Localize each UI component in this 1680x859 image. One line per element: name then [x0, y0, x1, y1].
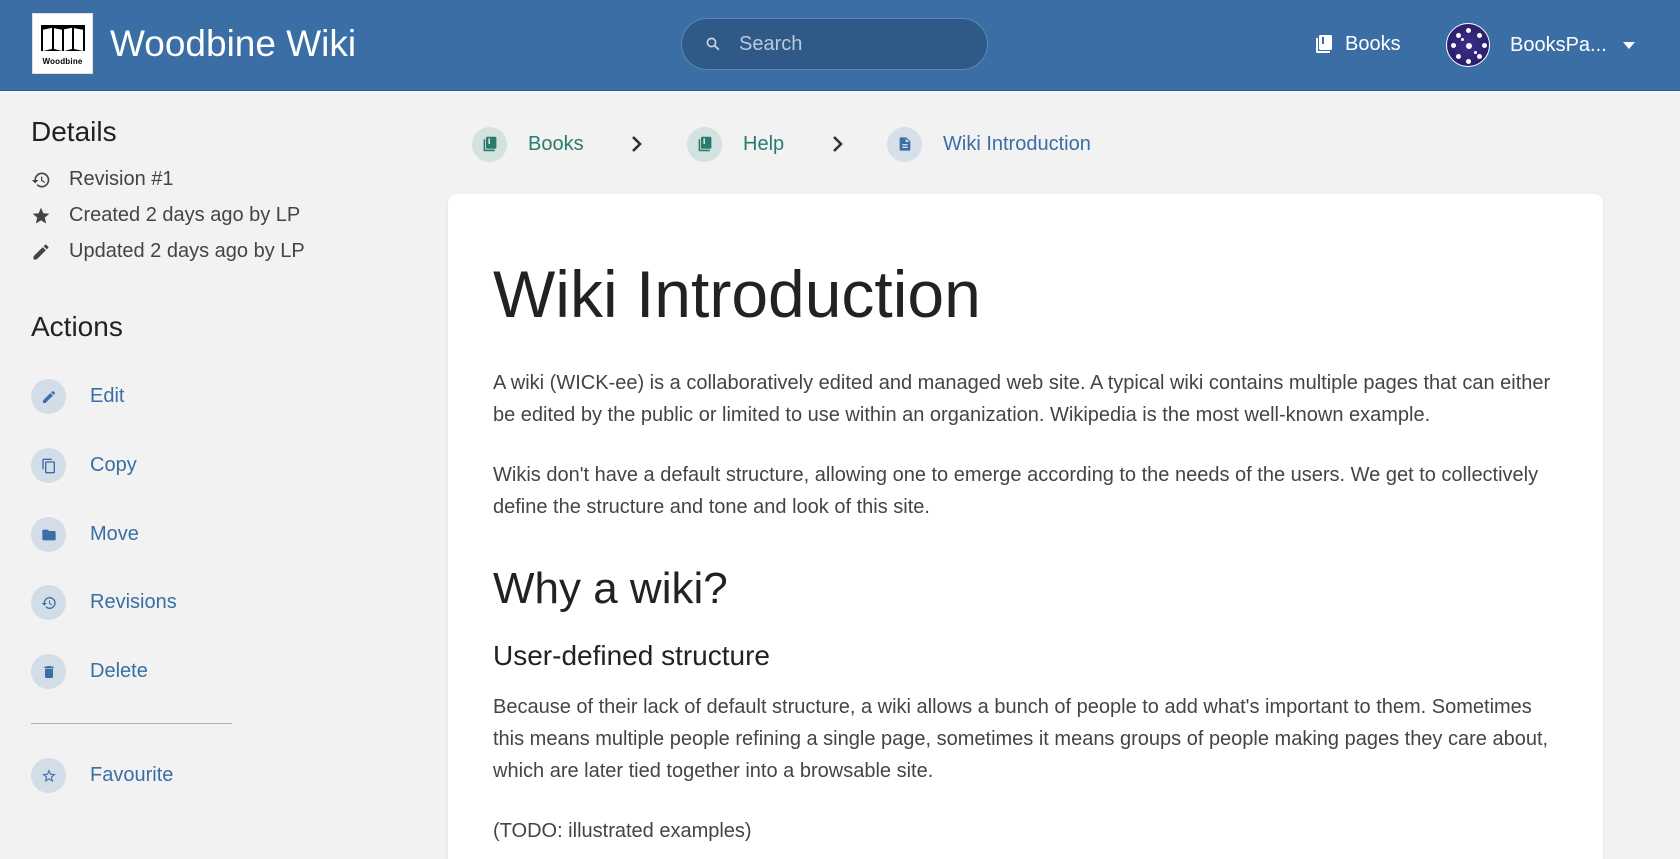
paragraph-2: Wikis don't have a default structure, al…: [493, 464, 1539, 518]
page-title: Wiki Introduction: [493, 257, 981, 331]
search-box[interactable]: [681, 18, 988, 70]
trash-icon-circle: [31, 654, 66, 689]
breadcrumb-label: Wiki Introduction: [943, 132, 1091, 155]
breadcrumb-page[interactable]: Wiki Introduction: [887, 126, 1091, 162]
trash-icon: [43, 665, 54, 678]
breadcrumb-help[interactable]: Help: [687, 126, 784, 162]
copy-icon-circle: [31, 448, 66, 483]
search-input[interactable]: [739, 29, 969, 59]
top-bar: Woodbine Woodbine Wiki Books: [0, 0, 1680, 91]
pencil-icon: [33, 243, 49, 259]
folder-icon: [41, 529, 56, 540]
paragraph-3: Because of their lack of default structu…: [493, 696, 1549, 782]
book-icon: [698, 136, 711, 152]
detail-created: Created 2 days ago by LP: [31, 204, 300, 227]
page-icon: [899, 137, 910, 151]
user-name: BooksPa...: [1510, 33, 1607, 56]
crumb-book-circle: [472, 126, 507, 162]
detail-text: Updated 2 days ago by LP: [69, 240, 305, 262]
action-label: Favourite: [90, 764, 174, 786]
app-title[interactable]: Woodbine Wiki: [110, 22, 356, 66]
chevron-right-icon: [632, 136, 642, 152]
revisions-action[interactable]: Revisions: [31, 585, 177, 620]
edit-icon: [42, 390, 55, 403]
folder-icon-circle: [31, 517, 66, 552]
search-icon: [706, 37, 720, 51]
detail-text: Created 2 days ago by LP: [69, 204, 301, 226]
action-label: Move: [90, 523, 139, 545]
nav-books-link[interactable]: Books: [1315, 30, 1401, 58]
paragraph-todo: (TODO: illustrated examples): [493, 820, 752, 842]
detail-revision: Revision #1: [31, 168, 174, 191]
paragraph-1: A wiki (WICK-ee) is a collaboratively ed…: [493, 372, 1551, 426]
history-icon-circle: [31, 585, 66, 620]
chevron-right-icon: [833, 136, 843, 152]
heading-why-wiki: Why a wiki?: [493, 564, 728, 613]
delete-action[interactable]: Delete: [31, 654, 148, 689]
copy-icon: [41, 458, 55, 473]
history-icon: [41, 596, 56, 609]
avatar: [1446, 23, 1490, 67]
crumb-page-circle: [887, 126, 922, 162]
details-heading: Details: [31, 116, 117, 147]
edit-icon-circle: [31, 379, 66, 414]
favourite-action[interactable]: Favourite: [31, 758, 173, 793]
star-outline-icon: [41, 768, 56, 782]
detail-text: Revision #1: [69, 168, 174, 190]
woodbine-logo[interactable]: Woodbine: [32, 13, 93, 74]
detail-updated: Updated 2 days ago by LP: [31, 240, 305, 263]
edit-action[interactable]: Edit: [31, 379, 124, 414]
action-label: Copy: [90, 454, 137, 476]
nav-books-label: Books: [1345, 32, 1401, 55]
book-icon: [483, 136, 496, 152]
action-label: Edit: [90, 385, 125, 407]
actions-heading: Actions: [31, 311, 123, 342]
breadcrumb-label: Books: [528, 132, 584, 155]
books-logo-icon: [40, 25, 85, 51]
breadcrumb-books[interactable]: Books: [472, 126, 584, 162]
user-menu[interactable]: BooksPa...: [1446, 22, 1635, 68]
logo-text: Woodbine: [42, 57, 83, 66]
star-icon: [32, 207, 50, 223]
copy-action[interactable]: Copy: [31, 448, 137, 483]
book-icon: [1316, 35, 1332, 53]
caret-down-icon: [1622, 41, 1635, 49]
move-action[interactable]: Move: [31, 517, 139, 552]
action-label: Delete: [90, 660, 148, 682]
heading-user-defined-structure: User-defined structure: [493, 640, 771, 671]
breadcrumb-label: Help: [743, 132, 785, 155]
crumb-book-circle: [687, 126, 722, 162]
sidebar-divider: [31, 723, 232, 724]
star-outline-icon-circle: [31, 758, 66, 793]
action-label: Revisions: [90, 591, 177, 613]
history-icon: [31, 172, 50, 187]
